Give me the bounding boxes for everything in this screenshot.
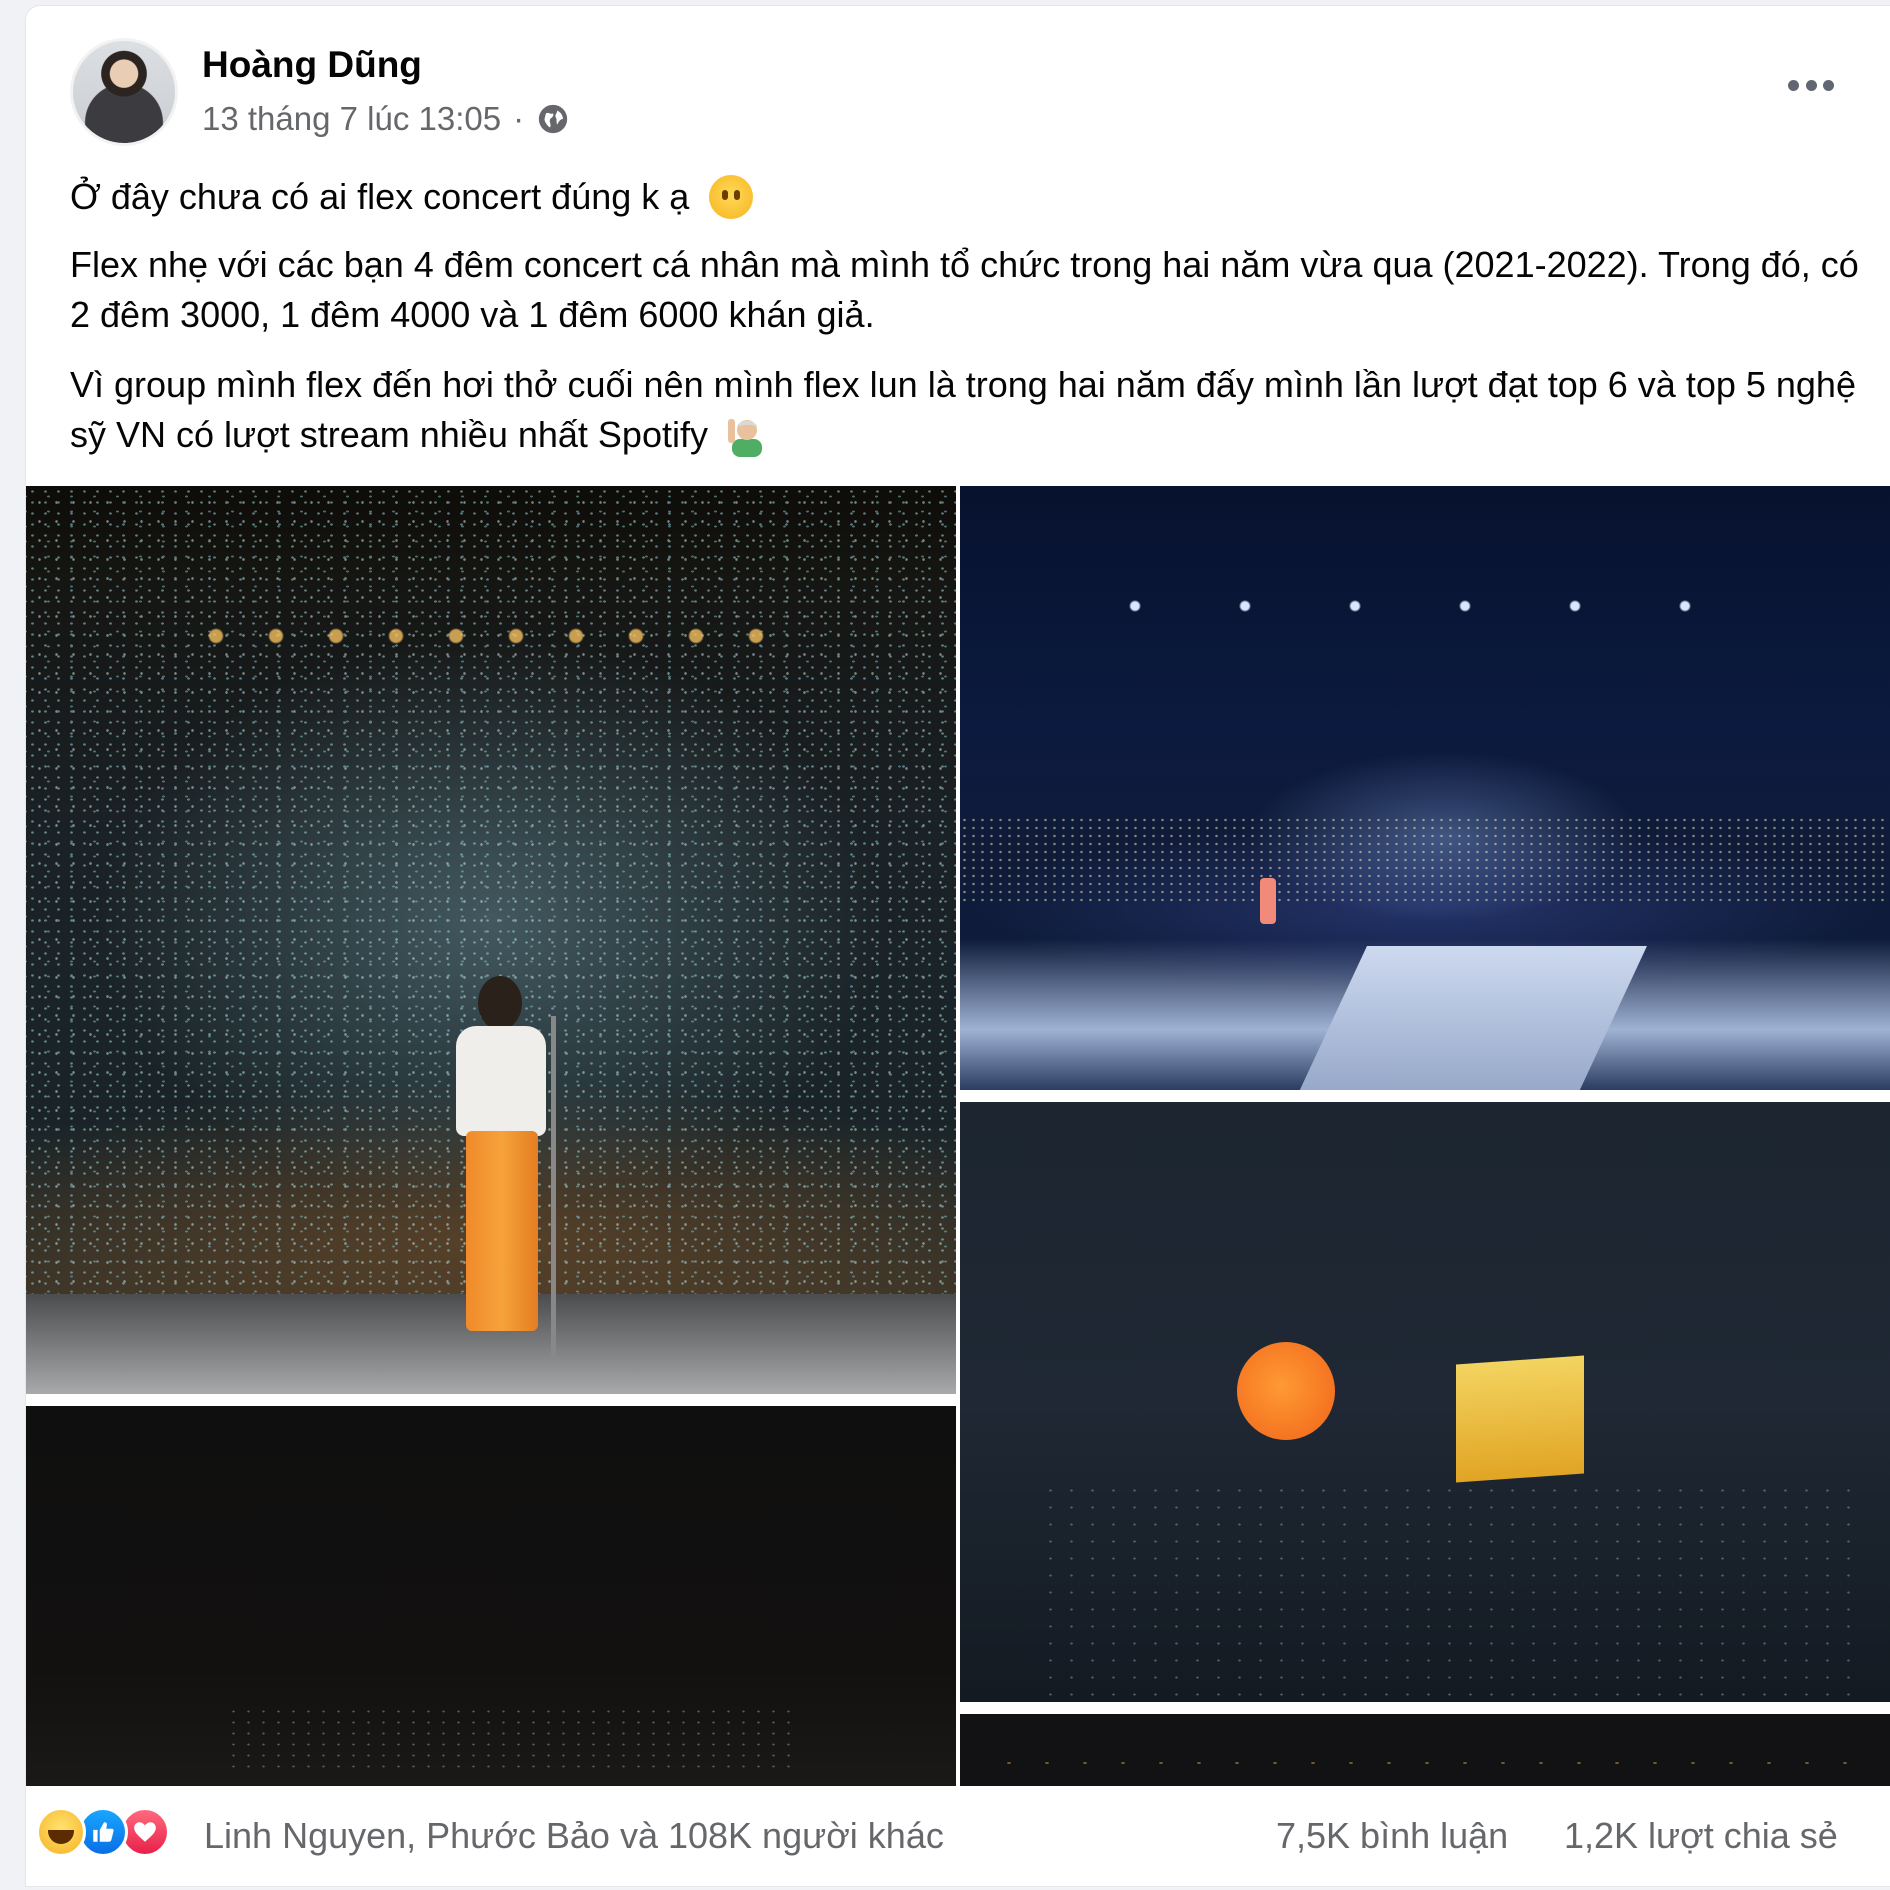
post-paragraph-3: Vì group mình flex đến hơi thở cuối nên … (70, 364, 1856, 455)
haha-icon (36, 1807, 86, 1857)
post-text-line-1: Ở đây chưa có ai flex concert đúng k ạ (70, 172, 1870, 222)
post-paragraph-2: Flex nhẹ với các bạn 4 đêm concert cá nh… (70, 244, 1859, 335)
post-paragraph-1: Ở đây chưa có ai flex concert đúng k ạ (70, 176, 690, 217)
concert-confetti-photo[interactable] (26, 486, 956, 1394)
post-text-line-3: Vì group mình flex đến hơi thở cuối nên … (70, 360, 1870, 460)
more-horizontal-icon[interactable] (1788, 76, 1834, 94)
concert-blue-stage-photo[interactable] (960, 486, 1890, 1090)
author-name[interactable]: Hoàng Dũng (202, 44, 422, 86)
man-raising-hand-emoji (728, 419, 762, 457)
concert-lights-photo[interactable] (960, 1714, 1890, 1786)
face-without-mouth-emoji (709, 175, 754, 219)
avatar[interactable] (70, 38, 178, 146)
concert-dark-crowd-photo[interactable] (26, 1406, 956, 1786)
post-footer: Linh Nguyen, Phước Bảo và 108K người khá… (26, 1786, 1890, 1886)
post-card: Hoàng Dũng 13 tháng 7 lúc 13:05 · Ở đây … (26, 6, 1890, 1886)
post-meta: 13 tháng 7 lúc 13:05 · (202, 100, 570, 138)
globe-icon (538, 104, 568, 134)
comment-count[interactable]: 7,5K bình luận (1276, 1815, 1508, 1857)
post-timestamp[interactable]: 13 tháng 7 lúc 13:05 (202, 100, 501, 138)
concert-moon-house-photo[interactable] (960, 1102, 1890, 1702)
reaction-icons[interactable] (36, 1807, 170, 1857)
share-count[interactable]: 1,2K lượt chia sẻ (1564, 1815, 1838, 1857)
reaction-summary[interactable]: Linh Nguyen, Phước Bảo và 108K người khá… (204, 1815, 944, 1857)
meta-separator: · (513, 100, 525, 137)
